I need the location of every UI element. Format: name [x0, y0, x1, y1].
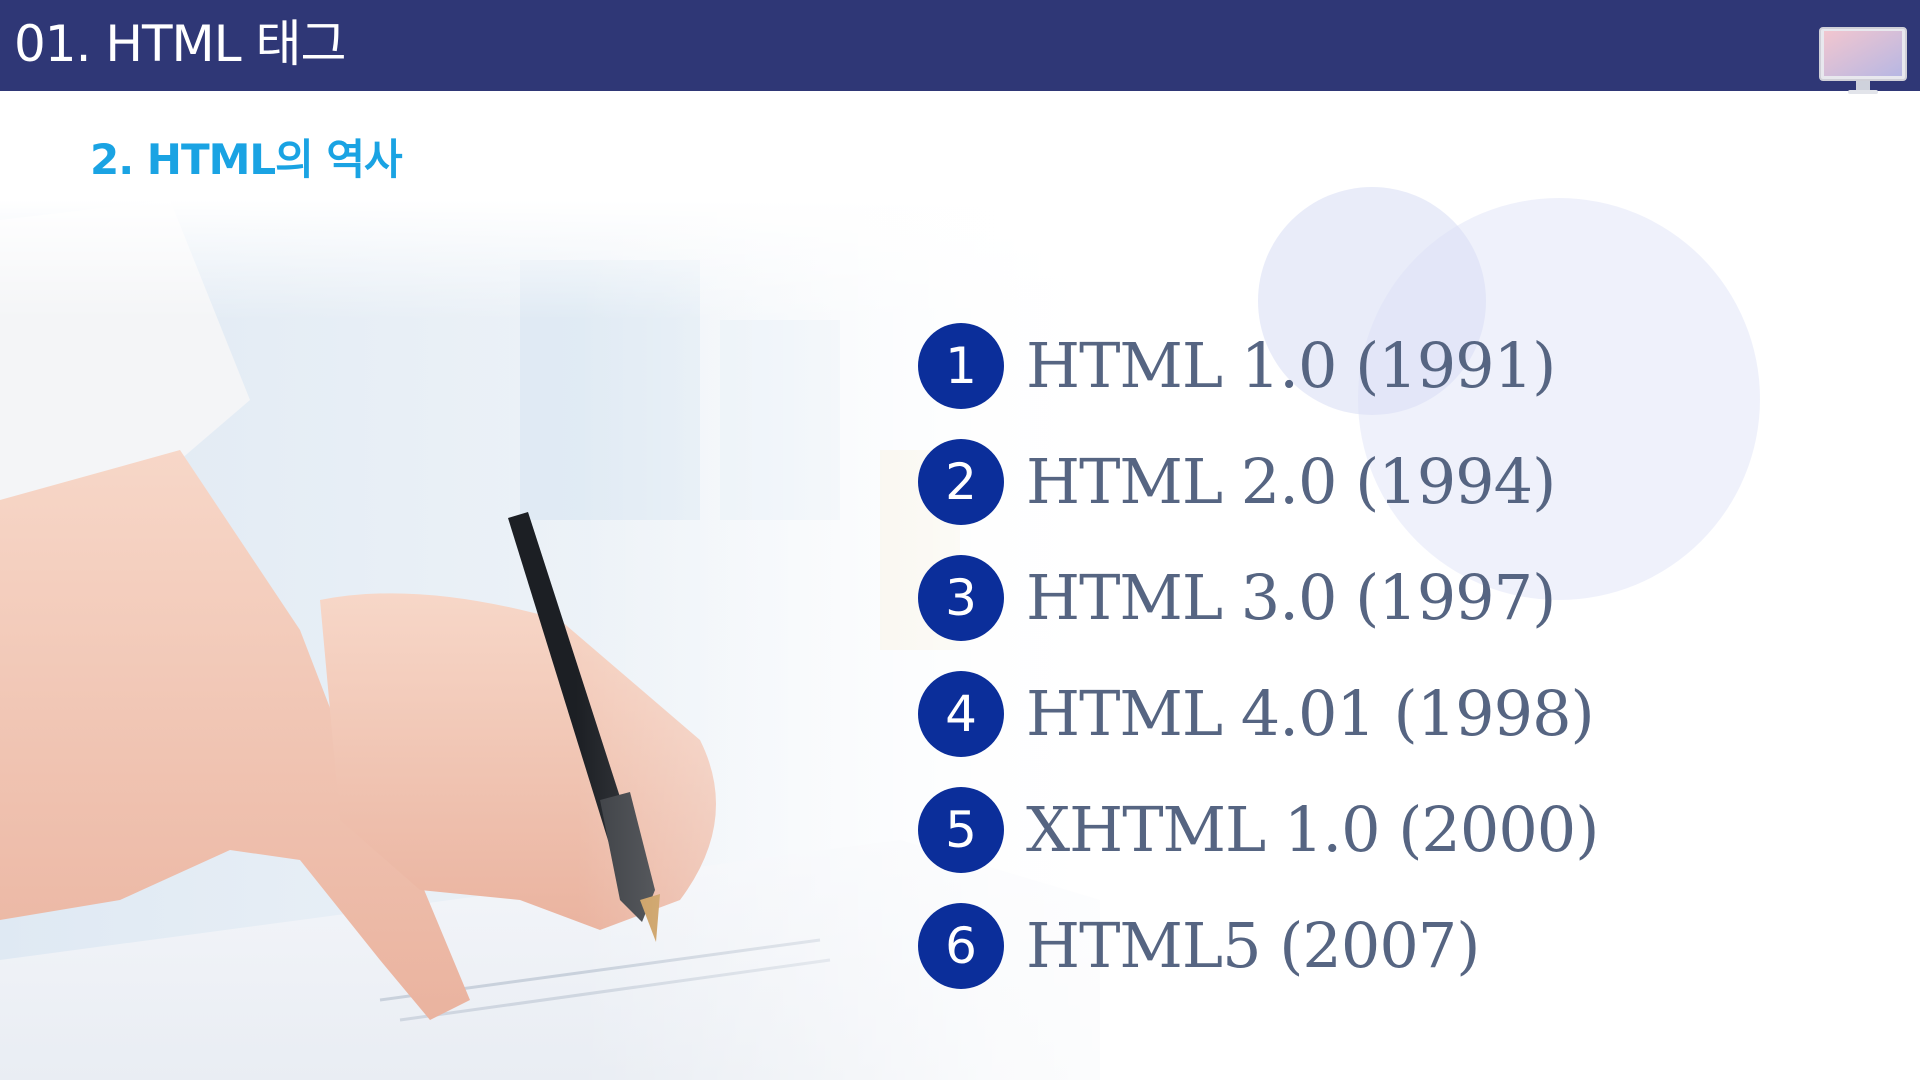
- list-item: 1 HTML 1.0 (1991): [918, 308, 1598, 424]
- list-item-text: HTML 3.0 (1997): [1026, 561, 1556, 634]
- list-item: 6 HTML5 (2007): [918, 888, 1598, 1004]
- number-badge: 5: [918, 787, 1004, 873]
- list-item: 2 HTML 2.0 (1994): [918, 424, 1598, 540]
- list-item-text: HTML5 (2007): [1026, 909, 1480, 982]
- number-badge: 3: [918, 555, 1004, 641]
- list-item: 5 XHTML 1.0 (2000): [918, 772, 1599, 888]
- html-history-list: 1 HTML 1.0 (1991) 2 HTML 2.0 (1994) 3 HT…: [918, 308, 1599, 1004]
- list-item-text: HTML 1.0 (1991): [1026, 329, 1556, 402]
- section-subtitle: 2. HTML의 역사: [90, 135, 403, 184]
- number-badge: 2: [918, 439, 1004, 525]
- list-item: 4 HTML 4.01 (1998): [918, 656, 1598, 772]
- list-item-text: HTML 4.01 (1998): [1026, 677, 1595, 750]
- monitor-icon: [1819, 27, 1907, 94]
- list-item: 3 HTML 3.0 (1997): [918, 540, 1598, 656]
- number-badge: 6: [918, 903, 1004, 989]
- list-item-text: XHTML 1.0 (2000): [1026, 793, 1599, 866]
- header-bar: 01. HTML 태그: [0, 0, 1920, 94]
- number-badge: 1: [918, 323, 1004, 409]
- slide-title: 01. HTML 태그: [14, 15, 346, 73]
- number-badge: 4: [918, 671, 1004, 757]
- slide: 01. HTML 태그 2. HTML의 역사 1 HTML 1.0 (1991…: [0, 0, 1920, 1080]
- list-item-text: HTML 2.0 (1994): [1026, 445, 1556, 518]
